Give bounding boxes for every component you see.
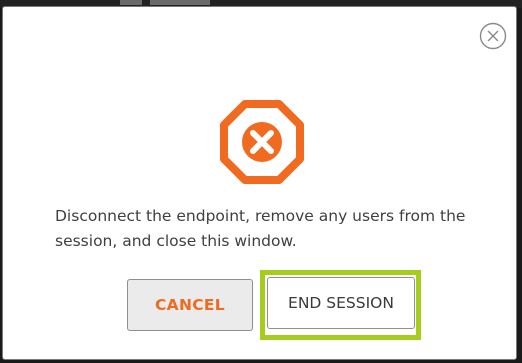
top-strip-segment [150, 0, 210, 5]
dialog-message: Disconnect the endpoint, remove any user… [55, 207, 466, 250]
top-strip-segment [120, 0, 142, 5]
cancel-button[interactable]: CANCEL [127, 279, 253, 331]
octagon-x-icon [219, 99, 305, 185]
close-button[interactable] [478, 21, 508, 51]
end-session-dialog: Disconnect the endpoint, remove any user… [2, 6, 517, 360]
close-circle-icon [478, 21, 508, 51]
end-session-button[interactable]: END SESSION [267, 277, 415, 329]
